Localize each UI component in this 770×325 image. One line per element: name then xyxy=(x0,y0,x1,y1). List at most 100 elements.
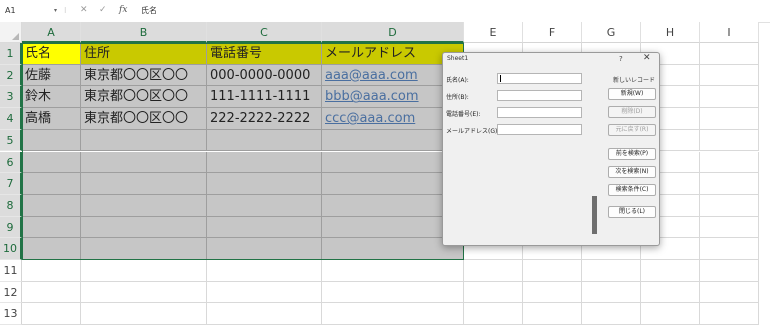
empty-cell[interactable] xyxy=(700,194,759,217)
empty-cell[interactable] xyxy=(22,151,81,174)
empty-cell[interactable] xyxy=(464,303,523,325)
empty-cell[interactable] xyxy=(700,173,759,195)
data-cell[interactable]: 東京都〇〇区〇〇 xyxy=(81,108,207,130)
row-header-7[interactable]: 7 xyxy=(0,173,22,195)
empty-cell[interactable] xyxy=(700,238,759,260)
empty-cell[interactable] xyxy=(322,303,464,325)
close-button[interactable]: 閉じる(L) xyxy=(608,206,656,218)
row-header-6[interactable]: 6 xyxy=(0,151,22,174)
row-header-12[interactable]: 12 xyxy=(0,281,22,304)
field-input-phone[interactable] xyxy=(497,107,582,118)
column-header-e[interactable]: E xyxy=(464,22,523,43)
column-header-f[interactable]: F xyxy=(523,22,582,43)
row-header-13[interactable]: 13 xyxy=(0,303,22,325)
row-header-11[interactable]: 11 xyxy=(0,260,22,282)
new-button[interactable]: 新規(W) xyxy=(608,88,656,100)
empty-cell[interactable] xyxy=(464,260,523,282)
empty-cell[interactable] xyxy=(322,260,464,282)
field-input-name[interactable] xyxy=(497,73,582,84)
column-header-c[interactable]: C xyxy=(207,22,322,43)
empty-cell[interactable] xyxy=(582,303,641,325)
empty-cell[interactable] xyxy=(22,281,81,304)
empty-cell[interactable] xyxy=(81,173,207,195)
empty-cell[interactable] xyxy=(81,151,207,174)
empty-cell[interactable] xyxy=(22,260,81,282)
empty-cell[interactable] xyxy=(700,43,759,65)
empty-cell[interactable] xyxy=(700,129,759,152)
column-header-b[interactable]: B xyxy=(81,22,207,43)
data-cell[interactable]: 000-0000-0000 xyxy=(207,64,322,87)
empty-cell[interactable] xyxy=(700,303,759,325)
column-header-h[interactable]: H xyxy=(641,22,700,43)
empty-cell[interactable] xyxy=(207,303,322,325)
header-cell[interactable]: 住所 xyxy=(81,43,207,65)
empty-cell[interactable] xyxy=(207,281,322,304)
empty-cell[interactable] xyxy=(22,194,81,217)
empty-cell[interactable] xyxy=(523,260,582,282)
empty-cell[interactable] xyxy=(207,238,322,260)
find-next-button[interactable]: 次を検索(N) xyxy=(608,166,656,178)
field-input-address[interactable] xyxy=(497,90,582,101)
empty-cell[interactable] xyxy=(22,216,81,239)
empty-cell[interactable] xyxy=(523,303,582,325)
empty-cell[interactable] xyxy=(582,260,641,282)
insert-function-icon[interactable]: fx xyxy=(119,3,127,18)
row-header-9[interactable]: 9 xyxy=(0,216,22,239)
data-cell[interactable]: 高橋 xyxy=(22,108,81,130)
row-header-5[interactable]: 5 xyxy=(0,129,22,152)
column-header-a[interactable]: A xyxy=(22,22,81,43)
empty-cell[interactable] xyxy=(81,129,207,152)
empty-cell[interactable] xyxy=(207,216,322,239)
empty-cell[interactable] xyxy=(207,260,322,282)
find-prev-button[interactable]: 前を検索(P) xyxy=(608,148,656,160)
field-input-email[interactable] xyxy=(497,124,582,135)
column-header-d[interactable]: D xyxy=(322,22,464,43)
empty-cell[interactable] xyxy=(641,260,700,282)
empty-cell[interactable] xyxy=(700,216,759,239)
empty-cell[interactable] xyxy=(207,194,322,217)
row-header-1[interactable]: 1 xyxy=(0,43,22,65)
column-header-g[interactable]: G xyxy=(582,22,641,43)
empty-cell[interactable] xyxy=(700,260,759,282)
header-cell[interactable]: 電話番号 xyxy=(207,43,322,65)
delete-button[interactable]: 削除(D) xyxy=(608,106,656,118)
row-header-4[interactable]: 4 xyxy=(0,108,22,130)
empty-cell[interactable] xyxy=(207,151,322,174)
empty-cell[interactable] xyxy=(523,281,582,304)
data-cell[interactable]: 佐藤 xyxy=(22,64,81,87)
header-cell[interactable]: 氏名 xyxy=(22,43,81,65)
empty-cell[interactable] xyxy=(22,303,81,325)
empty-cell[interactable] xyxy=(641,303,700,325)
row-header-2[interactable]: 2 xyxy=(0,64,22,87)
data-cell[interactable]: 東京都〇〇区〇〇 xyxy=(81,64,207,87)
empty-cell[interactable] xyxy=(22,238,81,260)
empty-cell[interactable] xyxy=(81,303,207,325)
enter-icon[interactable]: ✓ xyxy=(99,3,107,18)
row-header-10[interactable]: 10 xyxy=(0,238,22,260)
close-icon[interactable]: ✕ xyxy=(643,53,651,63)
criteria-button[interactable]: 検索条件(C) xyxy=(608,184,656,196)
empty-cell[interactable] xyxy=(700,64,759,87)
empty-cell[interactable] xyxy=(322,281,464,304)
empty-cell[interactable] xyxy=(700,281,759,304)
select-all-corner[interactable] xyxy=(0,22,22,43)
empty-cell[interactable] xyxy=(81,281,207,304)
column-header-i[interactable]: I xyxy=(700,22,759,43)
empty-cell[interactable] xyxy=(700,86,759,109)
empty-cell[interactable] xyxy=(464,281,523,304)
empty-cell[interactable] xyxy=(582,281,641,304)
data-cell[interactable]: 222-2222-2222 xyxy=(207,108,322,130)
name-box[interactable]: A1 ▾ xyxy=(2,3,59,18)
empty-cell[interactable] xyxy=(207,173,322,195)
data-cell[interactable]: 鈴木 xyxy=(22,86,81,109)
empty-cell[interactable] xyxy=(22,173,81,195)
data-cell[interactable]: 東京都〇〇区〇〇 xyxy=(81,86,207,109)
empty-cell[interactable] xyxy=(641,281,700,304)
empty-cell[interactable] xyxy=(22,129,81,152)
empty-cell[interactable] xyxy=(81,260,207,282)
row-header-8[interactable]: 8 xyxy=(0,194,22,217)
empty-cell[interactable] xyxy=(700,151,759,174)
empty-cell[interactable] xyxy=(81,216,207,239)
data-cell[interactable]: 111-1111-1111 xyxy=(207,86,322,109)
row-header-3[interactable]: 3 xyxy=(0,86,22,109)
